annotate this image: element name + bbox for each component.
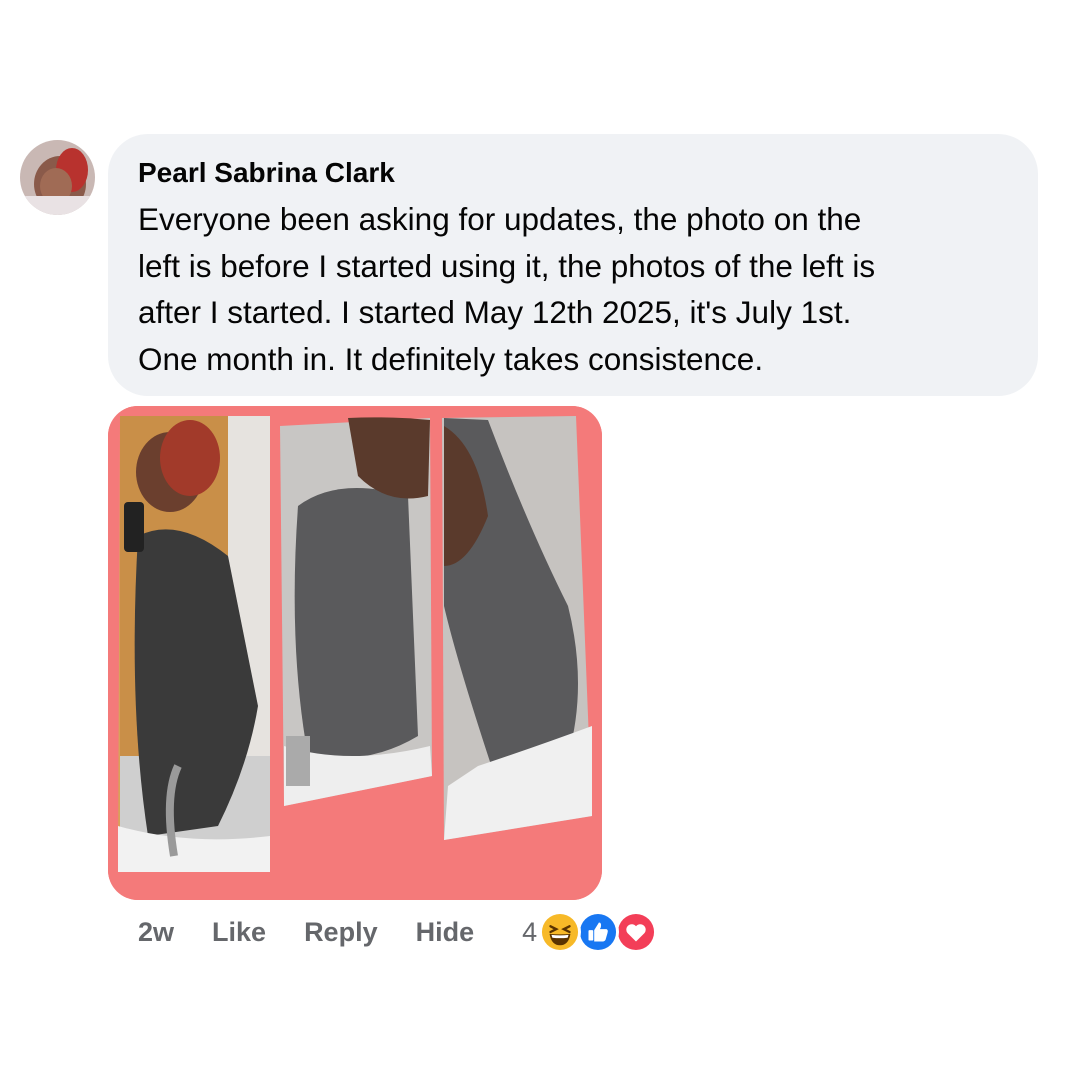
- collage-panel-after-1: [280, 417, 432, 806]
- collage-panel-before: [118, 416, 270, 872]
- comment-photo-attachment[interactable]: [108, 406, 602, 900]
- comment-timestamp[interactable]: 2w: [138, 917, 174, 948]
- reaction-count: 4: [522, 916, 538, 947]
- comment-author-name[interactable]: Pearl Sabrina Clark: [138, 156, 395, 190]
- reaction-icons: [539, 911, 658, 953]
- author-avatar[interactable]: [20, 140, 95, 215]
- comment-actions-bar: 2w Like Reply Hide 4: [138, 911, 658, 953]
- heart-icon: [615, 911, 658, 953]
- before-after-collage-image: [108, 406, 602, 900]
- thumbs-up-icon: [577, 911, 620, 953]
- comment-page: Pearl Sabrina Clark Everyone been asking…: [0, 0, 1080, 1080]
- comment-bubble: Pearl Sabrina Clark Everyone been asking…: [108, 134, 1038, 396]
- laughing-emoji-icon: [539, 911, 582, 953]
- reply-button[interactable]: Reply: [304, 917, 378, 948]
- comment-text: Everyone been asking for updates, the ph…: [138, 201, 876, 377]
- hide-button[interactable]: Hide: [416, 917, 475, 948]
- reactions-summary[interactable]: 4: [522, 911, 658, 953]
- collage-panel-after-2: [442, 416, 592, 840]
- like-button[interactable]: Like: [212, 917, 266, 948]
- avatar-image: [20, 140, 95, 215]
